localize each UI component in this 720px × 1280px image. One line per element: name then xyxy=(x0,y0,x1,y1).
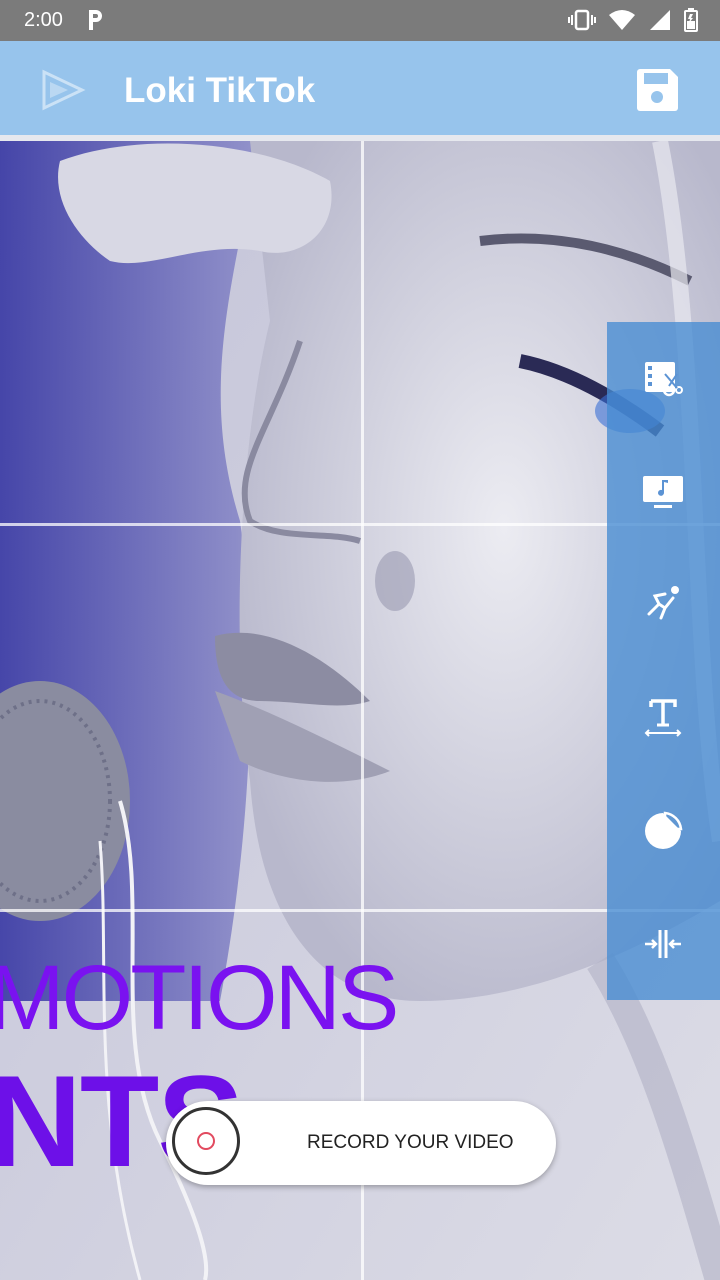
edit-tools-panel xyxy=(607,322,720,1000)
sticker-icon[interactable] xyxy=(637,805,689,857)
status-bar: 2:00 xyxy=(0,0,720,41)
page-title: Loki TikTok xyxy=(124,71,316,110)
save-icon[interactable] xyxy=(634,68,680,117)
music-icon[interactable] xyxy=(637,466,689,518)
battery-icon xyxy=(684,8,698,37)
status-time: 2:00 xyxy=(24,9,63,31)
record-video-button[interactable]: RECORD YOUR VIDEO xyxy=(166,1101,556,1185)
record-dot xyxy=(197,1132,215,1150)
speed-icon[interactable] xyxy=(637,578,689,630)
split-icon[interactable] xyxy=(637,918,689,970)
app-bar: Loki TikTok xyxy=(0,41,720,135)
record-label: RECORD YOUR VIDEO xyxy=(307,1132,514,1153)
app-logo-icon xyxy=(38,68,88,117)
parking-icon xyxy=(86,8,104,37)
trim-video-icon[interactable] xyxy=(637,353,689,405)
record-icon[interactable] xyxy=(172,1107,240,1175)
signal-icon xyxy=(648,9,672,36)
overlay-text-line1: MOTIONS xyxy=(0,947,399,1049)
wifi-icon xyxy=(608,9,636,36)
vibrate-icon xyxy=(568,9,596,36)
text-icon[interactable] xyxy=(637,692,689,744)
